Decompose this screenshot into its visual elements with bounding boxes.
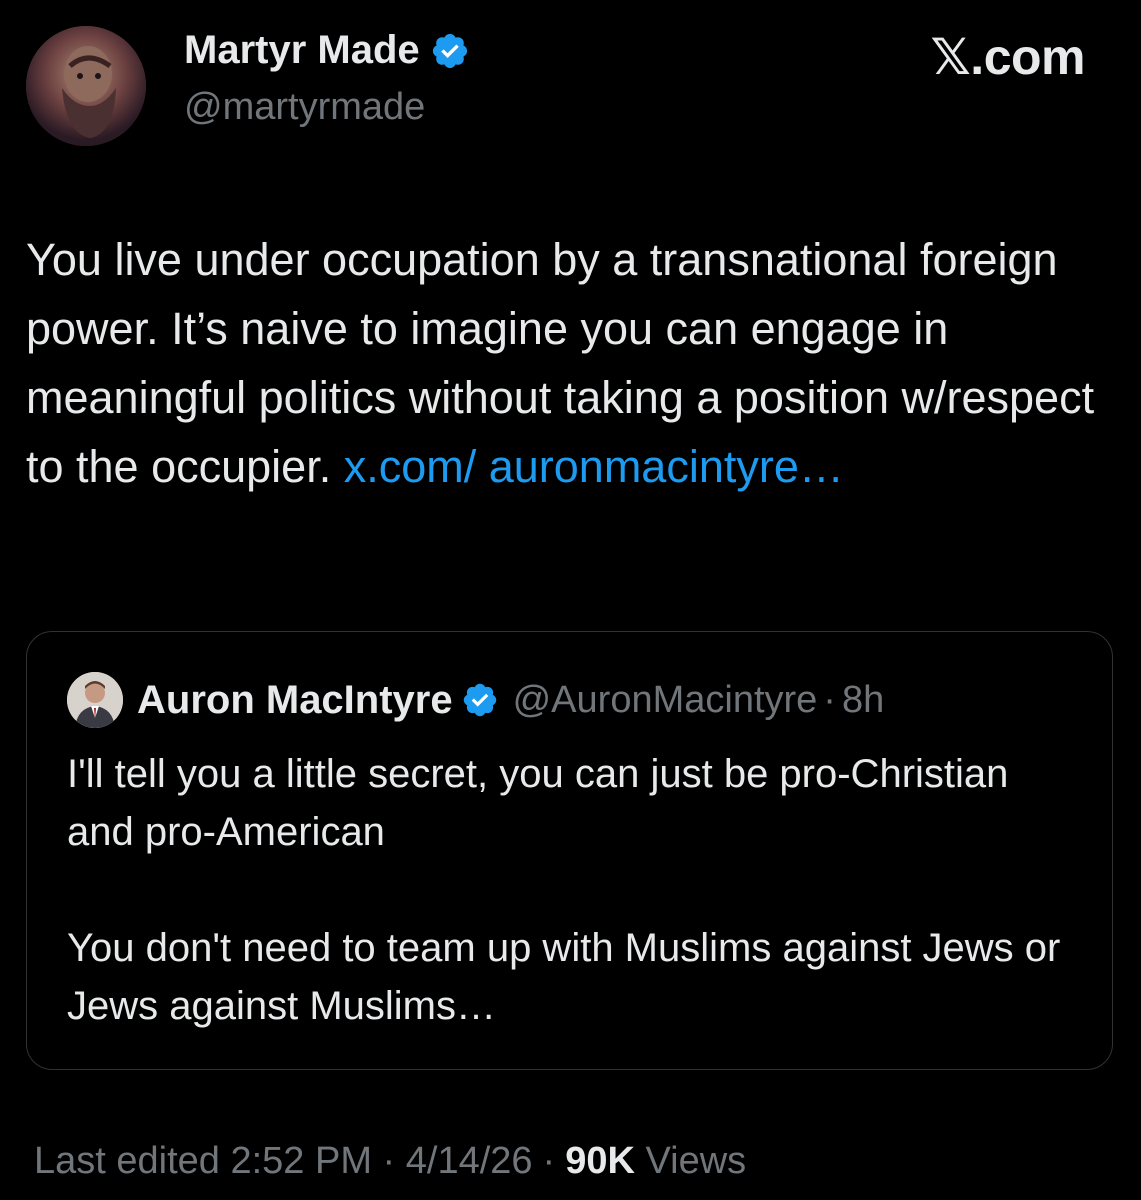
quote-author-handle[interactable]: @AuronMacintyre [513,679,818,722]
tweet-link[interactable]: x.com/ auronmacintyre… [344,441,844,492]
quote-separator: · [823,678,836,721]
quote-header: Auron MacIntyre @AuronMacintyre · 8h [67,672,884,728]
edited-timestamp[interactable]: Last edited 2:52 PM · 4/14/26 [34,1140,533,1182]
quote-timestamp[interactable]: 8h [842,679,884,722]
verified-badge-icon [430,31,470,71]
author-handle[interactable]: @martyrmade [184,86,425,129]
quote-tweet-card[interactable]: Auron MacIntyre @AuronMacintyre · 8h I'l… [26,631,1113,1070]
quote-paragraph: You don't need to team up with Muslims a… [67,926,1061,1028]
author-name-label: Martyr Made [184,28,420,72]
meta-separator: · [542,1140,556,1182]
quote-author-avatar[interactable] [67,672,123,728]
bearded-statue-avatar-icon [26,26,146,146]
tweet-text: You live under occupation by a transnati… [26,225,1106,501]
quote-text: I'll tell you a little secret, you can j… [67,745,1077,1035]
author-avatar[interactable] [26,26,146,146]
views-count: 90K [565,1140,635,1182]
quote-paragraph: I'll tell you a little secret, you can j… [67,752,1009,854]
author-name[interactable]: Martyr Made [184,28,470,73]
x-logo: 𝕏.com [930,29,1086,85]
tweet-meta: Last edited 2:52 PM · 4/14/26 · 90K Views [34,1140,746,1183]
verified-badge-icon [461,681,499,719]
views-label: Views [645,1140,747,1182]
quote-author-name[interactable]: Auron MacIntyre [137,678,453,723]
man-in-suit-avatar-icon [67,672,123,728]
